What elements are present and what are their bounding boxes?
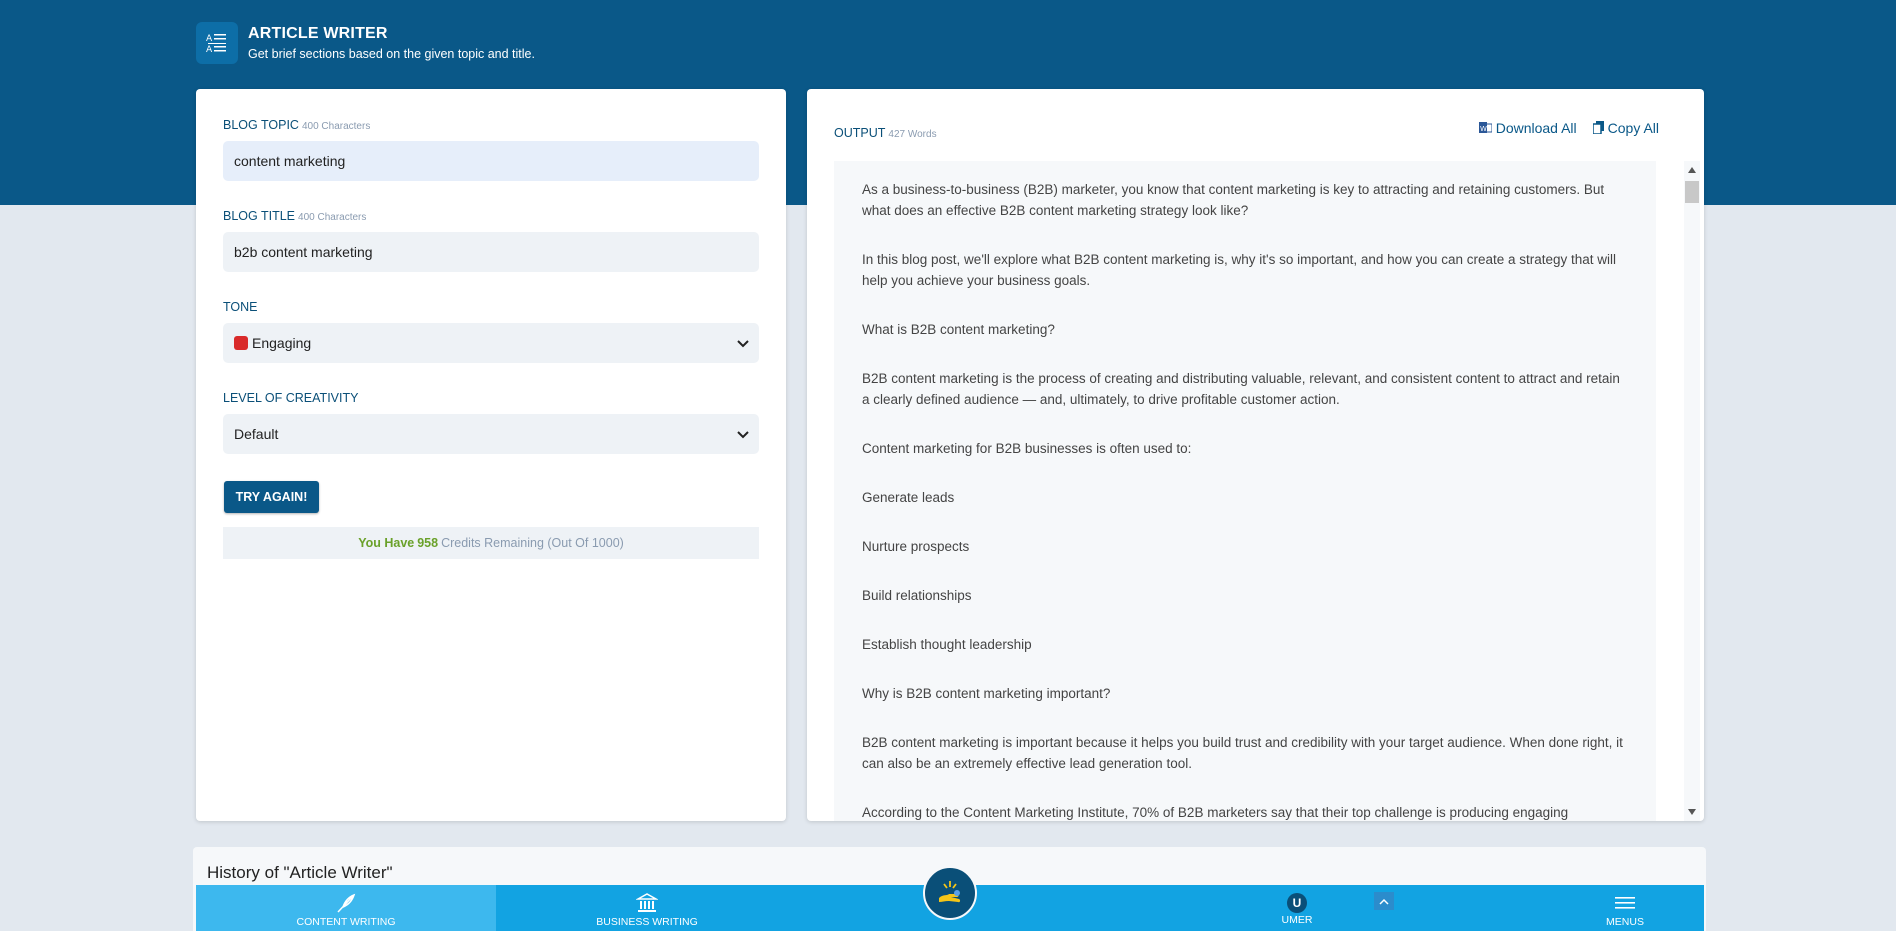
output-paragraph: According to the Content Marketing Insti… — [862, 805, 1569, 820]
nav-user[interactable]: U UMER — [1246, 885, 1348, 931]
input-form-card: BLOG TOPIC 400 Characters content marketi… — [196, 89, 786, 821]
tone-selected-value: Engaging — [252, 335, 312, 351]
output-paragraph: Content marketing for B2B businesses is … — [862, 441, 1192, 456]
hamburger-menu-icon — [1615, 893, 1635, 913]
output-paragraph: Nurture prospects — [862, 539, 970, 554]
output-paragraph: What is B2B content marketing? — [862, 322, 1055, 337]
copy-all-button[interactable]: Copy All — [1591, 120, 1659, 137]
output-paragraph: As a business-to-business (B2B) marketer… — [862, 182, 1605, 218]
copy-icon — [1591, 121, 1604, 137]
blog-topic-input[interactable]: content marketing — [223, 141, 759, 181]
svg-text:W: W — [1480, 125, 1487, 133]
output-label: OUTPUT 427 Words — [834, 126, 937, 140]
output-paragraph: B2B content marketing is the process of … — [862, 371, 1620, 407]
word-count: 427 Words — [888, 129, 937, 140]
creativity-select[interactable]: Default — [223, 414, 759, 454]
creativity-label: LEVEL OF CREATIVITY — [223, 391, 359, 405]
nav-content-writing[interactable]: CONTENT WRITING — [196, 885, 496, 931]
scroll-up-arrow[interactable] — [1688, 167, 1696, 173]
scroll-down-arrow[interactable] — [1688, 809, 1696, 815]
svg-text:A: A — [206, 34, 213, 44]
output-paragraph: Generate leads — [862, 490, 955, 505]
output-card: OUTPUT 427 Words W Download All Copy All … — [807, 89, 1704, 821]
blog-title-input[interactable]: b2b content marketing — [223, 232, 759, 272]
credits-remaining: You Have 958 Credits Remaining (Out Of 1… — [223, 527, 759, 559]
output-paragraph: Why is B2B content marketing important? — [862, 686, 1111, 701]
ai-assistant-button[interactable] — [923, 866, 977, 920]
magnet-icon — [234, 336, 248, 351]
page-header: A A ARTICLE WRITER Get brief sections ba… — [196, 22, 535, 64]
output-paragraph: B2B content marketing is important becau… — [862, 735, 1623, 771]
output-scrollbar[interactable] — [1684, 161, 1700, 821]
svg-text:A: A — [206, 45, 213, 54]
history-title: History of "Article Writer" — [207, 863, 393, 882]
page-title: ARTICLE WRITER — [248, 25, 388, 42]
avatar: U — [1287, 893, 1307, 913]
tone-label: TONE — [223, 300, 258, 314]
bank-icon — [636, 893, 658, 913]
blog-title-label: BLOG TITLE 400 Characters — [223, 209, 367, 223]
scroll-to-top-button[interactable] — [1374, 892, 1394, 910]
word-doc-icon: W — [1478, 121, 1493, 137]
feather-pen-icon — [335, 893, 357, 913]
output-paragraph: Build relationships — [862, 588, 972, 603]
try-again-button[interactable]: TRY AGAIN! — [224, 481, 319, 513]
blog-topic-label: BLOG TOPIC 400 Characters — [223, 118, 371, 132]
hand-sparkle-icon — [939, 881, 961, 903]
credits-count: 958 — [417, 536, 439, 550]
output-text-area[interactable]: As a business-to-business (B2B) marketer… — [834, 161, 1656, 821]
chevron-down-icon — [737, 323, 749, 363]
nav-menus[interactable]: MENUS — [1546, 885, 1704, 931]
output-paragraph: Establish thought leadership — [862, 637, 1032, 652]
output-paragraph: In this blog post, we'll explore what B2… — [862, 252, 1617, 288]
tone-select[interactable]: Engaging — [223, 323, 759, 363]
creativity-selected-value: Default — [234, 426, 279, 442]
article-writer-icon: A A — [196, 22, 238, 64]
chevron-down-icon — [737, 414, 749, 454]
nav-business-writing[interactable]: BUSINESS WRITING — [496, 885, 798, 931]
page-subtitle: Get brief sections based on the given to… — [248, 47, 535, 61]
download-all-button[interactable]: W Download All — [1478, 120, 1577, 137]
chevron-up-icon — [1379, 898, 1389, 905]
scrollbar-thumb[interactable] — [1685, 181, 1699, 203]
